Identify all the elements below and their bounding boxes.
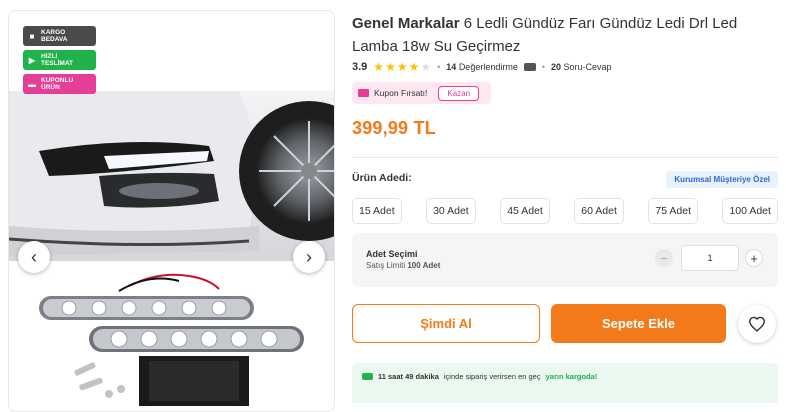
coupon-banner: Kupon Fırsatı! Kazan [352, 82, 491, 104]
quantity-option-45[interactable]: 45 Adet [500, 198, 550, 224]
star-icon: ★ [385, 60, 396, 74]
badge-line: HIZLI [41, 53, 58, 60]
badge-line: ÜRÜN [41, 84, 60, 91]
shipping-text: içinde sipariş verirsen en geç [443, 372, 541, 381]
box-icon: ■ [29, 31, 35, 41]
review-label: Değerlendirme [458, 62, 518, 72]
star-icon: ★ [373, 60, 385, 74]
add-to-cart-button[interactable]: Sepete Ekle [551, 304, 726, 343]
quantity-option-60[interactable]: 60 Adet [574, 198, 624, 224]
badge-line: KUPONLU [41, 77, 74, 84]
quantity-input[interactable]: 1 [681, 245, 739, 271]
star-icon: ★ [396, 60, 408, 74]
buy-now-button[interactable]: Şimdi Al [352, 304, 540, 343]
shipping-line: 11 saat 49 dakika içinde sipariş verirse… [362, 372, 597, 381]
sale-limit: Satış Limiti 100 Adet [366, 261, 440, 270]
coupon-earn-button[interactable]: Kazan [438, 85, 480, 101]
limit-value: 100 Adet [407, 261, 441, 270]
badge-label: KARGO BEDAVA [41, 29, 67, 43]
shipping-info: 11 saat 49 dakika içinde sipariş verirse… [352, 363, 778, 403]
star-icon: ★ [408, 60, 420, 74]
ticket-icon [358, 89, 369, 97]
increase-quantity-button[interactable]: + [745, 249, 763, 267]
qa-label: Soru-Cevap [563, 62, 612, 72]
truck-icon: ▶ [28, 55, 36, 65]
quantity-options: 15 Adet 30 Adet 45 Adet 60 Adet 75 Adet … [352, 198, 778, 224]
quantity-option-75[interactable]: 75 Adet [648, 198, 698, 224]
truck-icon [362, 373, 373, 380]
limit-prefix: Satış Limiti [366, 261, 406, 270]
separator-dot: • [437, 62, 441, 72]
favorite-button[interactable] [738, 305, 776, 343]
badge-label: HIZLI TESLİMAT [41, 53, 73, 67]
coupon-label: Kupon Fırsatı! [374, 88, 428, 98]
free-shipping-badge: ■ KARGO BEDAVA [23, 26, 96, 46]
heart-icon [748, 316, 766, 332]
badge-list: ■ KARGO BEDAVA ▶ HIZLI TESLİMAT ▬ KUPONLU Ü… [23, 26, 96, 94]
shipping-highlight: yarın kargoda! [545, 372, 598, 381]
rating-score: 3.9 [352, 61, 368, 73]
quantity-option-30[interactable]: 30 Adet [426, 198, 476, 224]
coupon-badge: ▬ KUPONLU ÜRÜN [23, 74, 96, 94]
badge-line: BEDAVA [41, 36, 68, 43]
selection-title: Adet Seçimi [366, 249, 418, 259]
chevron-right-icon: › [306, 246, 312, 267]
qa-count: 20 [551, 62, 562, 72]
product-gallery: ■ KARGO BEDAVA ▶ HIZLI TESLİMAT ▬ KUPONLU Ü… [8, 10, 335, 412]
camera-icon [523, 63, 536, 71]
badge-label: KUPONLU ÜRÜN [41, 77, 73, 91]
quantity-label: Ürün Adedi: [352, 172, 412, 184]
product-title: Genel Markalar 6 Ledli Gündüz Farı Gündü… [352, 12, 772, 58]
decrease-quantity-button[interactable]: − [655, 249, 673, 267]
fast-delivery-badge: ▶ HIZLI TESLİMAT [23, 50, 96, 70]
gallery-prev-button[interactable]: ‹ [18, 241, 50, 273]
corporate-badge: Kurumsal Müşteriye Özel [666, 171, 778, 188]
divider [352, 157, 778, 158]
review-count: 14 [446, 62, 457, 72]
quantity-option-15[interactable]: 15 Adet [352, 198, 402, 224]
qa-link[interactable]: 20 Soru-Cevap [551, 62, 612, 72]
chevron-left-icon: ‹ [31, 246, 37, 267]
product-price: 399,99 TL [352, 118, 436, 138]
badge-line: KARGO [41, 29, 66, 36]
review-link[interactable]: 14 Değerlendirme [446, 62, 518, 72]
gallery-next-button[interactable]: › [293, 241, 325, 273]
shipping-time: 11 saat 49 dakika [378, 372, 439, 381]
rating-row: 3.9 ★ ★ ★ ★ ★ • 14 Değerlendirme • 20 So… [352, 60, 612, 74]
separator-dot: • [541, 62, 545, 72]
badge-line: TESLİMAT [41, 60, 74, 67]
star-icon: ★ [420, 60, 432, 74]
quantity-selector: Adet Seçimi Satış Limiti 100 Adet − 1 + [352, 233, 778, 287]
brand-link[interactable]: Genel Markalar [352, 15, 460, 32]
quantity-option-100[interactable]: 100 Adet [722, 198, 778, 224]
ticket-icon: ▬ [28, 79, 36, 89]
rating-stars: ★ ★ ★ ★ ★ [373, 60, 431, 74]
